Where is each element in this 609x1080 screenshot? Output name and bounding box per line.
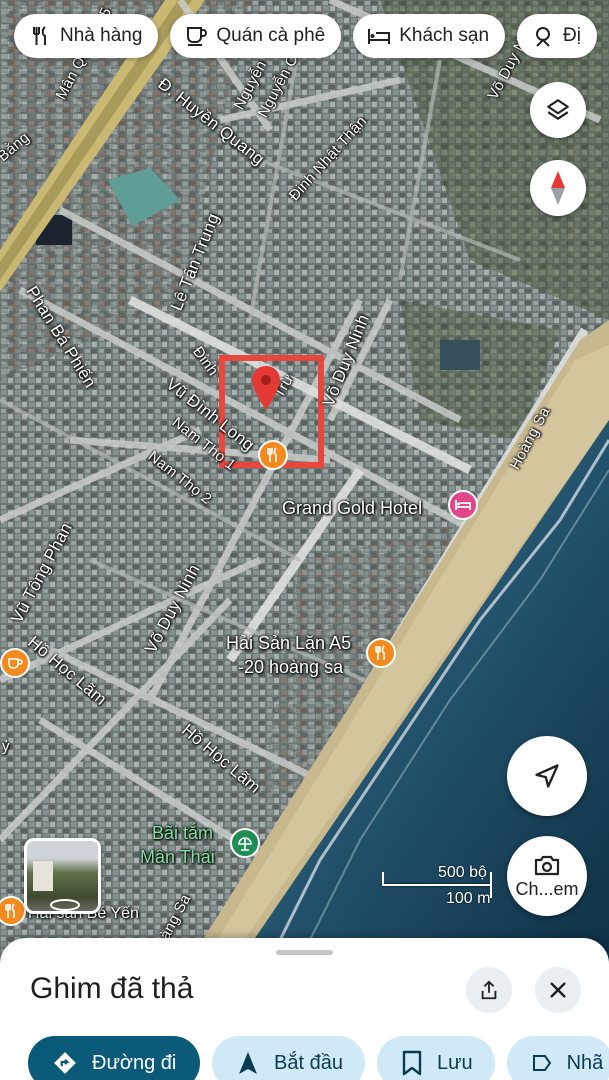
- chip-label: Quán cà phê: [216, 25, 326, 46]
- coffee-icon: [187, 27, 208, 46]
- map-imagery: [0, 0, 609, 960]
- compass-button[interactable]: [530, 160, 586, 216]
- camera-icon: [534, 855, 560, 875]
- street-label: ỷ: [2, 738, 10, 755]
- cafe-marker-icon[interactable]: [0, 648, 30, 678]
- share-icon: [481, 980, 497, 1000]
- chip-cafes[interactable]: Quán cà phê: [170, 14, 342, 58]
- directions-icon: [54, 1052, 76, 1074]
- satellite-map[interactable]: Mân Quang 15 Bằng Đ. Huyền Quang Nguyễn …: [0, 0, 609, 960]
- layers-button[interactable]: [530, 82, 586, 138]
- scale-tick: [490, 872, 492, 898]
- close-button[interactable]: [535, 967, 581, 1013]
- camera-button-label: Ch...em: [515, 878, 579, 899]
- chip-label: Đị: [563, 25, 581, 46]
- chip-label: Khách sạn: [399, 25, 490, 46]
- beach-marker-icon[interactable]: [230, 828, 260, 858]
- start-button[interactable]: Bắt đầu: [212, 1036, 365, 1080]
- navigation-icon: [239, 1052, 257, 1074]
- chip-attractions[interactable]: Đị: [517, 14, 597, 58]
- building-shape: [33, 861, 53, 891]
- navigation-arrow-icon: [535, 764, 559, 788]
- bookmark-icon: [402, 1050, 422, 1076]
- compass-icon: [551, 171, 565, 205]
- action-label: Bắt đầu: [274, 1051, 343, 1074]
- scale-bar: [382, 884, 492, 886]
- poi-grand-gold-hotel-label[interactable]: Grand Gold Hotel: [282, 497, 422, 519]
- share-button[interactable]: [466, 967, 512, 1013]
- poi-hai-san-lan-label-2[interactable]: -20 hoàng sa: [238, 656, 343, 678]
- action-label: Lưu: [436, 1051, 473, 1074]
- restaurant-marker-icon[interactable]: [258, 440, 288, 470]
- label-button[interactable]: Nhã: [506, 1036, 609, 1080]
- hotel-marker-icon[interactable]: [448, 490, 478, 520]
- scale-tick: [382, 872, 384, 886]
- action-label: Đường đi: [92, 1051, 177, 1074]
- attraction-icon: [536, 27, 551, 47]
- drag-handle[interactable]: [276, 950, 333, 955]
- restaurant-marker-icon[interactable]: [366, 638, 396, 668]
- rotate-360-icon: [50, 899, 80, 911]
- hotel-icon: [368, 29, 391, 44]
- chip-label: Nhà hàng: [60, 25, 143, 46]
- place-title: Ghim đã thả: [30, 972, 194, 1005]
- label-icon: [532, 1055, 551, 1071]
- scale-top-label: 500 bộ: [438, 864, 487, 881]
- action-row: Đường đi Bắt đầu Lưu Nhã: [28, 1036, 609, 1080]
- map-scale: 500 bộ 100 m: [380, 862, 500, 912]
- restaurant-icon: [33, 26, 46, 45]
- dropped-pin-icon[interactable]: [252, 366, 280, 410]
- close-icon: [550, 982, 566, 998]
- save-button[interactable]: Lưu: [376, 1036, 495, 1080]
- layers-icon: [547, 99, 569, 120]
- camera-search-button[interactable]: Ch...em: [507, 836, 587, 916]
- action-label: Nhã: [566, 1051, 604, 1074]
- chip-restaurants[interactable]: Nhà hàng: [14, 14, 159, 58]
- category-chips: Nhà hàng Quán cà phê Khách sạn Đị: [14, 14, 597, 58]
- scale-bottom-label: 100 m: [446, 890, 491, 907]
- my-location-button[interactable]: [507, 736, 587, 816]
- poi-hai-san-lan-label-1[interactable]: Hải Sản Lặn A5: [226, 632, 351, 654]
- directions-button[interactable]: Đường đi: [28, 1036, 200, 1080]
- poi-bai-tam-label-2[interactable]: Mân Thái: [140, 846, 215, 868]
- poi-bai-tam-label-1[interactable]: Bãi tắm: [152, 822, 213, 844]
- chip-hotels[interactable]: Khách sạn: [353, 14, 506, 58]
- street-view-thumbnail[interactable]: [24, 838, 101, 914]
